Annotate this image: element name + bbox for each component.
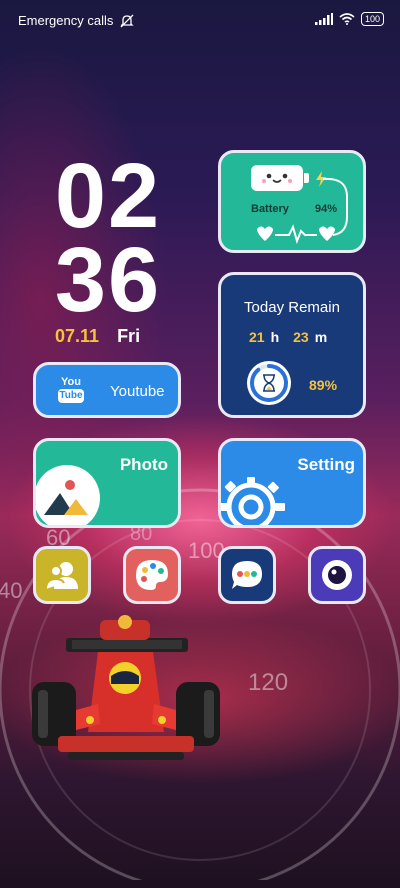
notifications-off-icon [120, 14, 134, 27]
tick-120: 120 [248, 669, 288, 696]
wifi-icon [339, 13, 355, 25]
today-remain-title: Today Remain [244, 299, 340, 316]
youtube-app-button[interactable]: You Tube Youtube [33, 362, 181, 418]
camera-lens-icon [322, 560, 352, 590]
today-remain-widget[interactable]: Today Remain 21 h 23 m 89% [218, 272, 366, 418]
battery-label: Battery [251, 203, 289, 215]
carrier-text: Emergency calls [18, 13, 114, 28]
camera-app-icon[interactable] [308, 546, 366, 604]
battery-status: 100 [360, 12, 384, 26]
race-car-illustration [32, 615, 220, 760]
contacts-icon [45, 562, 78, 590]
palette-icon [136, 560, 168, 590]
signal-icon [314, 13, 333, 25]
status-right: 100 [314, 12, 384, 26]
status-bar: Emergency calls 100 [0, 12, 400, 32]
messages-app-icon[interactable] [218, 546, 276, 604]
progress-ring [247, 361, 291, 405]
remain-minutes: 23 [293, 329, 309, 345]
remain-percent: 89% [309, 377, 338, 393]
photo-app-button[interactable]: Photo [33, 438, 181, 528]
time-remaining: 21 h 23 m [249, 329, 327, 345]
battery-percent: 94% [315, 203, 338, 215]
battery-tip [304, 173, 309, 183]
gear-icon [221, 477, 285, 525]
youtube-logo-tube: Tube [58, 389, 84, 403]
youtube-logo-icon: You Tube [58, 375, 84, 407]
hourglass-icon [263, 374, 275, 392]
date-row: 07.11 Fri [55, 326, 140, 347]
setting-app-button[interactable]: Setting [218, 438, 366, 528]
paint-app-icon[interactable] [123, 546, 181, 604]
youtube-logo-you: You [61, 376, 81, 388]
minutes-unit: m [314, 329, 328, 345]
tick-40: 40 [0, 578, 22, 603]
hours-unit: h [270, 329, 280, 345]
weekday-text: Fri [117, 326, 141, 346]
youtube-label: Youtube [110, 383, 165, 400]
chat-bubble-icon [232, 561, 262, 589]
clock-minute: 36 [54, 229, 162, 331]
photo-icon [36, 465, 100, 525]
setting-label: Setting [297, 455, 355, 474]
battery-widget[interactable]: Battery 94% [218, 150, 366, 253]
date-text: 07.11 [55, 326, 100, 346]
status-left: Emergency calls [18, 13, 135, 28]
photo-label: Photo [119, 455, 168, 474]
battery-face-icon [251, 165, 303, 191]
remain-hours: 21 [249, 329, 265, 345]
heartbeat-icon [257, 224, 335, 245]
contacts-app-icon[interactable] [33, 546, 91, 604]
